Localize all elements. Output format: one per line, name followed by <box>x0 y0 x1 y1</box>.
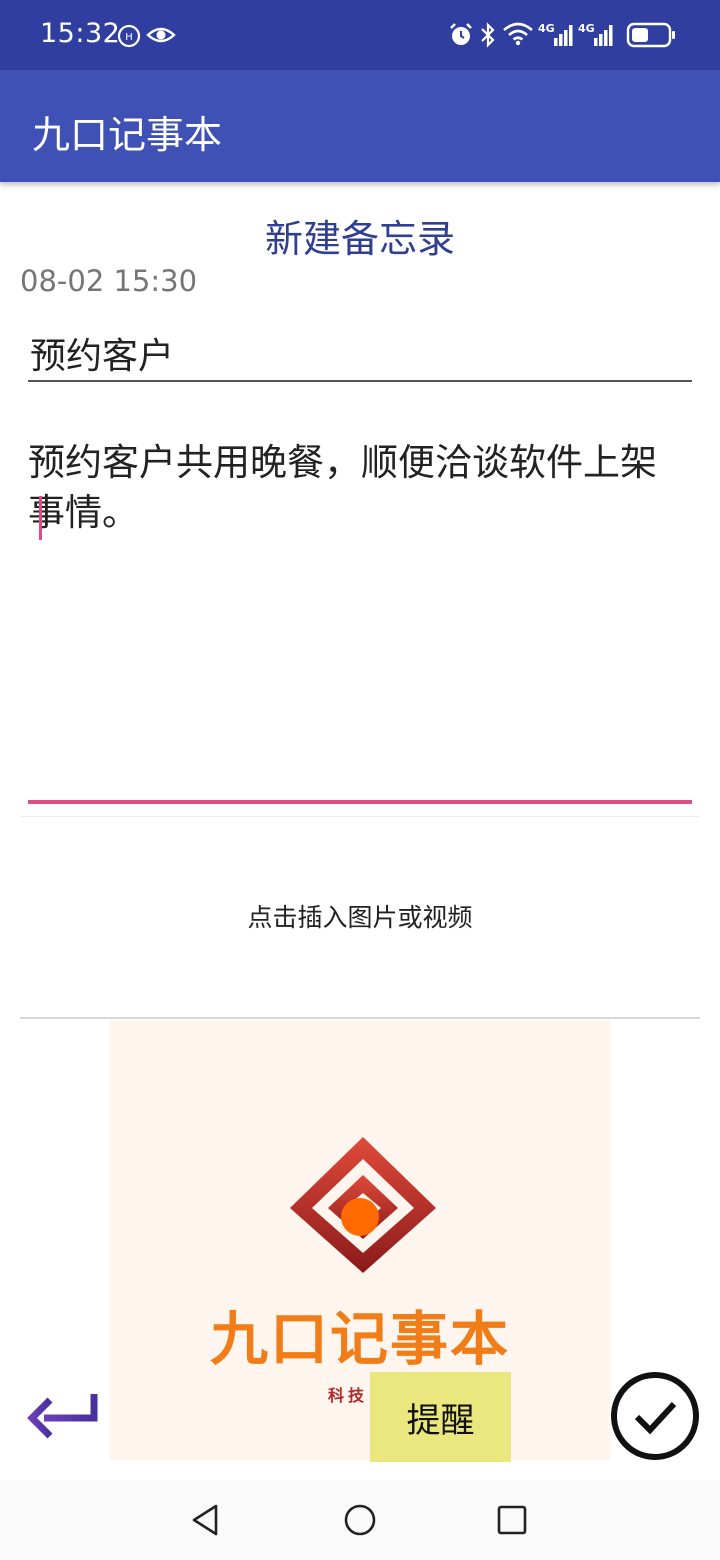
memo-date: 08-02 15:30 <box>20 264 198 298</box>
brand-name: 九口记事本 <box>209 1305 510 1373</box>
bluetooth-icon <box>481 22 495 48</box>
divider <box>20 816 700 817</box>
signal-4g-icon: 4G <box>538 22 574 48</box>
check-circle-icon <box>611 1372 699 1460</box>
back-button[interactable] <box>24 1390 106 1442</box>
eye-icon <box>146 27 176 43</box>
hd-call-icon: H <box>117 24 141 48</box>
alarm-icon <box>450 23 472 45</box>
memo-content-field[interactable]: 预约客户共用晚餐，顺便洽谈软件上架事情。 <box>28 438 692 804</box>
app-title: 九口记事本 <box>32 113 223 157</box>
page-title: 新建备忘录 <box>264 217 455 261</box>
nav-recents-icon[interactable] <box>492 1500 532 1540</box>
nav-back-icon[interactable] <box>186 1500 226 1540</box>
text-cursor <box>39 496 42 540</box>
nav-home-icon[interactable] <box>340 1500 380 1540</box>
confirm-button[interactable] <box>610 1371 700 1461</box>
memo-title-input[interactable] <box>28 320 692 382</box>
wifi-icon <box>503 22 533 46</box>
status-time: 15:32 <box>40 18 121 49</box>
svg-text:H: H <box>125 32 133 43</box>
insert-media-button[interactable]: 点击插入图片或视频 <box>20 818 700 1018</box>
navigation-bar <box>0 1480 720 1560</box>
remind-button[interactable]: 提醒 <box>370 1372 511 1462</box>
app-bar: 九口记事本 <box>0 70 720 182</box>
brand-logo-icon <box>290 1137 436 1273</box>
divider <box>20 1017 700 1019</box>
media-preview-image[interactable]: 九口记事本 科技 有 <box>110 1020 610 1460</box>
back-arrow-icon <box>27 1394 98 1439</box>
status-bar: 15:32 H 4G 4G <box>0 0 720 70</box>
memo-content-text: 预约客户共用晚餐，顺便洽谈软件上架事情。 <box>28 441 657 534</box>
battery-icon <box>626 22 675 48</box>
signal-4g-icon: 4G <box>578 22 614 48</box>
